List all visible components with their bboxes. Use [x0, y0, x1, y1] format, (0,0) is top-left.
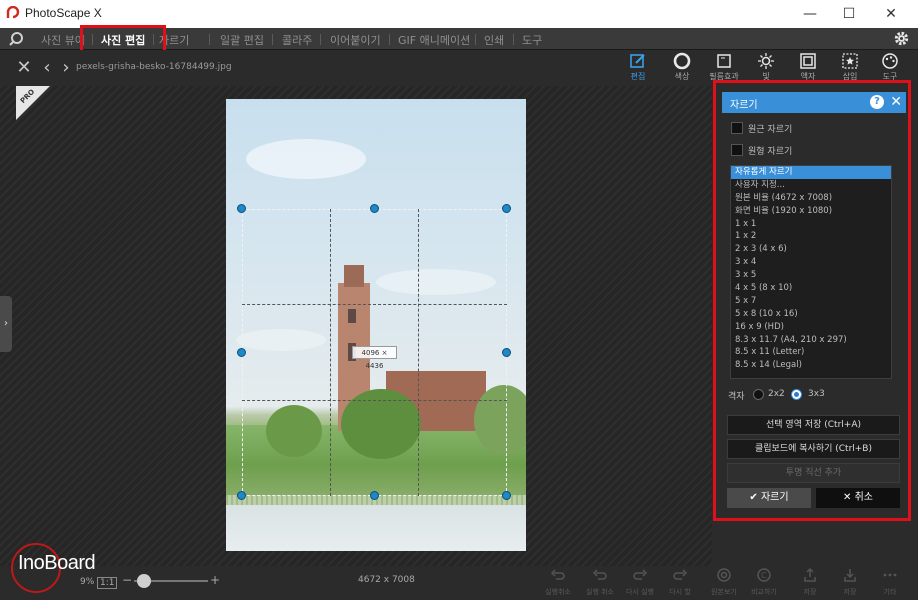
- tool-label: 실행 취소: [586, 588, 614, 596]
- undo-all-button[interactable]: 실행 취소: [580, 567, 620, 599]
- film-icon: [717, 54, 731, 68]
- zoom-out-button[interactable]: −: [122, 573, 132, 587]
- download-icon: [844, 569, 856, 582]
- menu-separator: [272, 34, 273, 45]
- undo-all-icon: [592, 569, 607, 580]
- annotation-highlight-panel: [713, 80, 911, 521]
- tool-label: 다시 실행: [626, 588, 654, 596]
- svg-text:C: C: [761, 571, 767, 580]
- palette-icon: [882, 53, 898, 69]
- tool-label: 편집: [630, 72, 646, 81]
- next-icon[interactable]: ›: [56, 58, 76, 78]
- undo-button[interactable]: 실행취소: [538, 567, 578, 599]
- crop-grid-line: [418, 209, 419, 496]
- crop-handle-bottom-right[interactable]: [502, 491, 511, 500]
- crop-handle-top-left[interactable]: [237, 204, 246, 213]
- tool-label: 기타: [883, 588, 897, 596]
- tool-color[interactable]: 색상: [664, 52, 700, 86]
- original-icon: [717, 568, 731, 582]
- app-title: PhotoScape X: [25, 6, 102, 20]
- pro-badge-icon: PRO: [16, 86, 50, 120]
- app-logo-icon: [6, 6, 20, 19]
- tool-label: 색상: [674, 72, 690, 81]
- tab-photo-viewer[interactable]: 사진 뷰어: [41, 32, 85, 48]
- search-icon[interactable]: [8, 31, 24, 47]
- redo-all-icon: [673, 569, 688, 580]
- compare-button[interactable]: C 비교하기: [744, 567, 784, 599]
- title-bar: PhotoScape X — ☐ ✕: [0, 0, 918, 28]
- sun-icon: [758, 53, 774, 69]
- minimize-button[interactable]: —: [796, 4, 824, 24]
- previous-icon[interactable]: ‹: [37, 58, 57, 78]
- gear-icon[interactable]: [893, 30, 910, 47]
- menu-separator: [320, 34, 321, 45]
- redo-icon: [633, 569, 648, 580]
- more-button[interactable]: 기타: [870, 567, 910, 599]
- tool-label: 저장: [803, 588, 817, 596]
- crop-handle-right[interactable]: [502, 348, 511, 357]
- close-button[interactable]: ✕: [877, 4, 905, 24]
- tool-label: 실행취소: [545, 588, 571, 596]
- redo-button[interactable]: 다시 실행: [620, 567, 660, 599]
- save-button[interactable]: 저장: [830, 567, 870, 599]
- redo-all-button[interactable]: 다시 할: [660, 567, 700, 599]
- undo-icon: [550, 569, 565, 580]
- crop-handle-top-right[interactable]: [502, 204, 511, 213]
- insert-icon: [842, 53, 858, 69]
- frame-icon: [800, 53, 816, 69]
- file-name: pexels-grisha-besko-16784499.jpg: [76, 62, 232, 72]
- menu-separator: [513, 34, 514, 45]
- menu-separator: [209, 34, 210, 45]
- view-original-button[interactable]: 원본보기: [704, 567, 744, 599]
- tab-tools[interactable]: 도구: [522, 32, 542, 48]
- tool-label: 원본보기: [711, 588, 737, 596]
- crop-handle-bottom-left[interactable]: [237, 491, 246, 500]
- tool-label: 비교하기: [751, 588, 777, 596]
- maximize-button[interactable]: ☐: [835, 4, 863, 24]
- app-window: PhotoScape X — ☐ ✕ 사진 뷰어 사진 편집 자르기 일괄 편집…: [0, 0, 918, 600]
- zoom-in-button[interactable]: +: [210, 573, 220, 587]
- tab-combine[interactable]: 이어붙이기: [330, 32, 381, 48]
- watermark-text: InoBoard: [18, 552, 96, 574]
- crop-dimension-label: 4096 × 4436: [352, 346, 397, 370]
- tab-batch-edit[interactable]: 일괄 편집: [220, 32, 264, 48]
- image-dimensions: 4672 x 7008: [358, 575, 415, 585]
- crop-grid-line: [242, 400, 507, 401]
- photo-cloud: [246, 139, 366, 179]
- crop-handle-top[interactable]: [370, 204, 379, 213]
- tab-gif-animation[interactable]: GIF 애니메이션: [398, 32, 470, 48]
- zoom-slider-knob[interactable]: [137, 574, 151, 588]
- close-image-icon[interactable]: ✕: [14, 58, 34, 78]
- compare-icon: C: [757, 568, 771, 582]
- expand-sidebar-handle[interactable]: ›: [0, 296, 12, 352]
- edit-icon: [630, 54, 645, 68]
- tab-collage[interactable]: 콜라주: [282, 32, 312, 48]
- menu-separator: [389, 34, 390, 45]
- menu-separator: [475, 34, 476, 45]
- tool-label: 저장: [843, 588, 857, 596]
- tab-print[interactable]: 인쇄: [484, 32, 504, 48]
- crop-grid-line: [330, 209, 331, 496]
- watermark-logo: InoBoard: [8, 540, 118, 596]
- color-icon: [673, 52, 691, 70]
- tool-edit[interactable]: 편집: [620, 52, 656, 86]
- tool-label: 다시 할: [669, 588, 691, 596]
- crop-handle-left[interactable]: [237, 348, 246, 357]
- more-icon: [883, 573, 897, 577]
- crop-grid-line: [242, 304, 507, 305]
- upload-icon: [804, 567, 816, 582]
- photo-water: [226, 505, 526, 551]
- crop-handle-bottom[interactable]: [370, 491, 379, 500]
- share-button[interactable]: 저장: [790, 567, 830, 599]
